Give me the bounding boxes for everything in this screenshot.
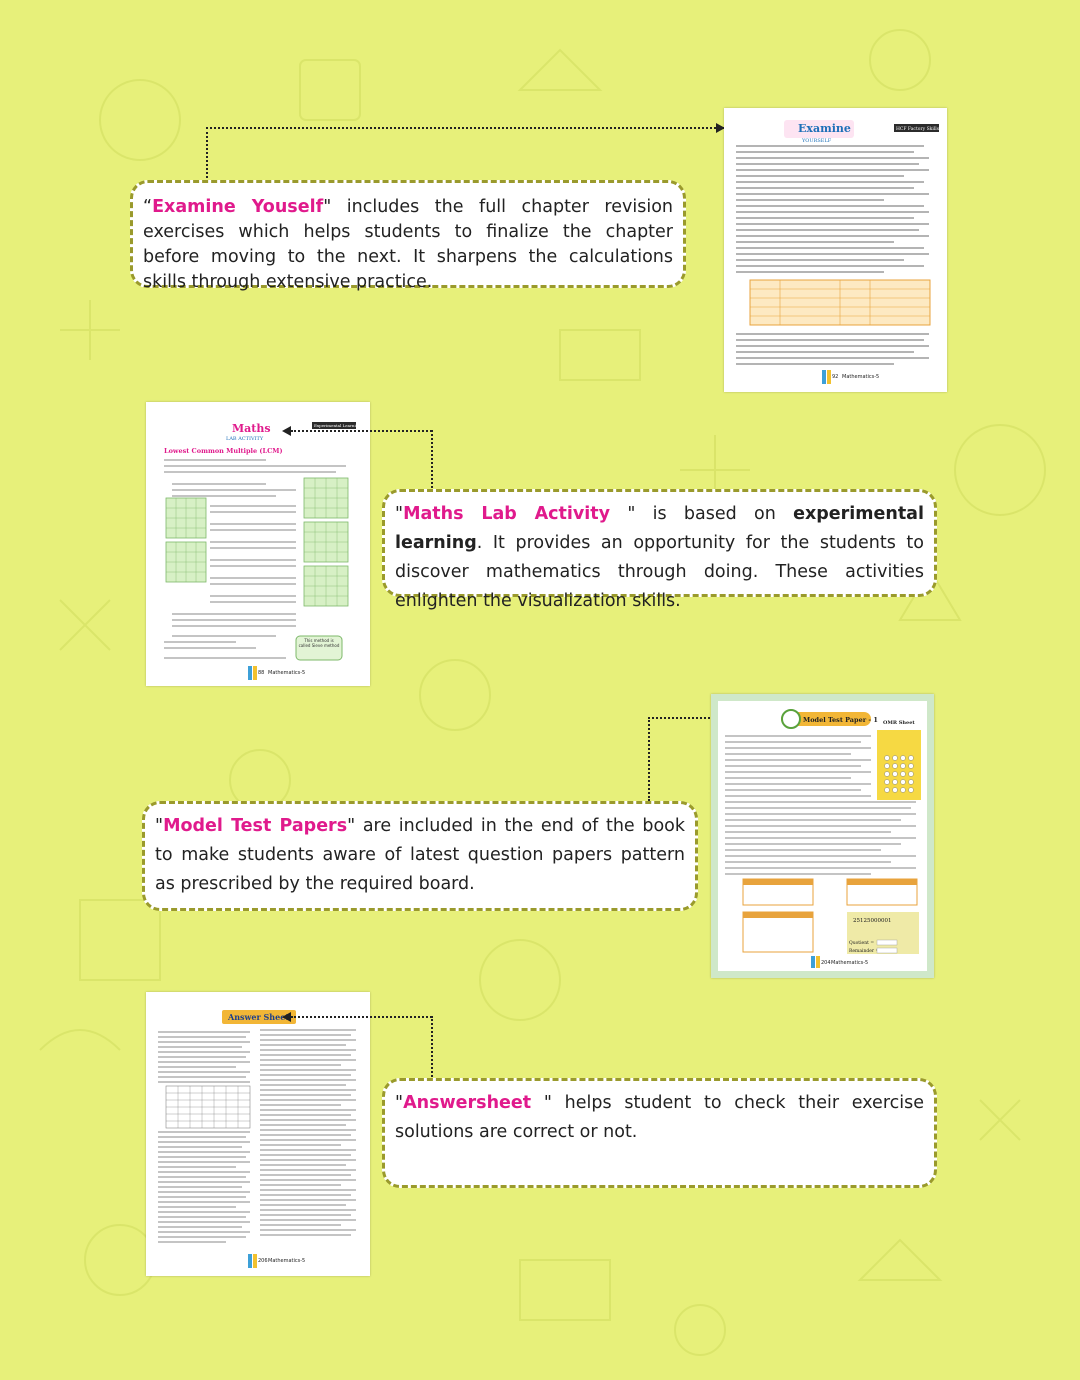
examine-thumb-tag: HCF Factory Skills — [896, 126, 940, 132]
connector-line — [648, 717, 650, 801]
connector-line — [431, 1016, 433, 1080]
model-description-box: "Model Test Papers" are included in the … — [142, 801, 698, 911]
model-thumb-heading: Model Test Paper - 1 — [803, 716, 878, 724]
connector-line — [291, 1016, 432, 1018]
connector-line — [431, 430, 433, 492]
lab-thumb-subheading: LAB ACTIVITY — [226, 436, 264, 442]
close-quote: " — [347, 816, 356, 836]
model-title: Model Test Papers — [163, 816, 348, 836]
examine-description-box: “Examine Youself" includes the full chap… — [130, 180, 686, 292]
model-test-paper-thumbnail: Model Test Paper - 1 OMR Sheet 251250000… — [711, 694, 934, 978]
open-quote: “ — [143, 197, 153, 217]
open-quote: " — [155, 816, 164, 836]
lab-thumb-note: This method is called Sieve method — [298, 638, 340, 648]
lab-thumb-title: Lowest Common Multiple (LCM) — [164, 447, 283, 455]
examine-yourself-thumbnail: Examine YOURSELF HCF Factory Skills 92 M… — [724, 108, 947, 392]
lab-description-box: "Maths Lab Activity " is based on experi… — [382, 489, 937, 611]
open-quote: " — [395, 1093, 404, 1113]
lab-thumb-footer: Mathematics-5 — [268, 670, 305, 676]
lab-title: Maths Lab Activity — [403, 504, 611, 524]
close-quote: " — [610, 504, 636, 524]
answer-sheet-thumbnail: Answer Sheet 206 Mathematics-5 — [146, 992, 370, 1276]
connector-line — [206, 127, 724, 129]
examine-thumb-heading: Examine — [798, 122, 851, 135]
model-thumb-quotient: Quotient = — [849, 940, 874, 946]
maths-lab-thumbnail: Maths LAB ACTIVITY Experimental Learning… — [146, 402, 370, 686]
examine-title: Examine Youself — [152, 197, 324, 217]
model-thumb-page: 204 — [821, 960, 831, 966]
arrow-icon — [282, 426, 291, 436]
model-thumb-answer-value: 25125000001 — [853, 918, 892, 924]
model-thumb-footer: Mathematics-5 — [831, 960, 868, 966]
open-quote: " — [395, 504, 404, 524]
answer-thumb-footer: Mathematics-5 — [268, 1258, 305, 1264]
answer-thumb-heading: Answer Sheet — [227, 1012, 289, 1022]
model-thumb-omr: OMR Sheet — [883, 720, 915, 726]
examine-thumb-subheading: YOURSELF — [801, 138, 832, 144]
answer-title: Answersheet — [403, 1093, 532, 1113]
answer-description-box: "Answersheet " helps student to check th… — [382, 1078, 937, 1188]
arrow-icon — [282, 1012, 291, 1022]
connector-line — [206, 127, 208, 182]
close-quote: " — [531, 1093, 552, 1113]
lab-thumb-tag: Experimental Learning — [314, 423, 361, 428]
examine-thumb-footer: Mathematics-5 — [842, 374, 879, 380]
answer-thumb-page: 206 — [258, 1258, 268, 1264]
lab-thumb-heading: Maths — [232, 422, 271, 435]
model-thumb-remainder: Remainder = — [849, 948, 879, 954]
connector-line — [291, 430, 432, 432]
lab-thumb-page: 88 — [258, 670, 264, 676]
examine-thumb-page: 92 — [832, 374, 838, 380]
lab-body-part1: is based on — [635, 504, 794, 524]
